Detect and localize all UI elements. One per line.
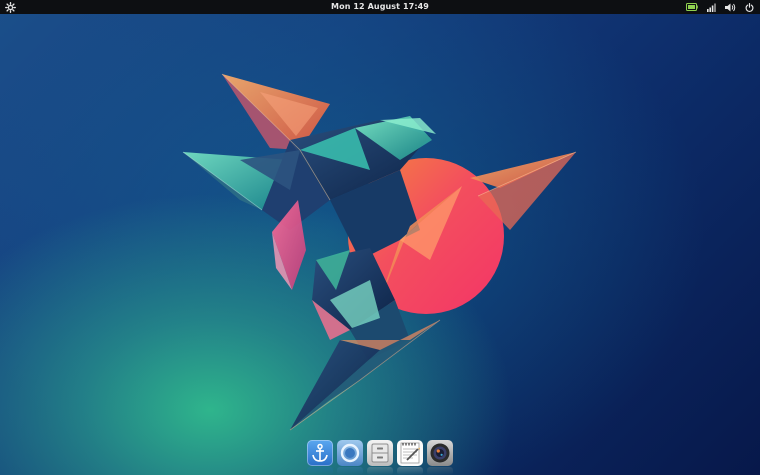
dock-reflection (337, 467, 363, 475)
network-indicator[interactable] (707, 3, 716, 12)
desktop: Mon 12 August 17:49 (0, 0, 760, 475)
battery-icon (686, 3, 698, 11)
dock-item-midori[interactable] (337, 440, 363, 466)
top-panel: Mon 12 August 17:49 (0, 0, 760, 14)
browser-icon (340, 443, 360, 463)
dock-reflection (397, 467, 423, 475)
dock-item-docky[interactable] (307, 440, 333, 466)
power-icon (745, 2, 754, 12)
camera-icon (430, 443, 450, 463)
volume-indicator[interactable] (725, 3, 736, 12)
volume-icon (725, 3, 736, 11)
dock-item-scratch[interactable] (397, 440, 423, 466)
dock-reflection (367, 467, 393, 475)
dock-item-snap[interactable] (427, 440, 453, 466)
shard (290, 340, 380, 430)
anchor-icon (312, 443, 328, 462)
indicator-area (686, 0, 754, 14)
file-cabinet-icon (371, 443, 389, 463)
notepad-icon (400, 442, 420, 464)
dock (303, 436, 457, 475)
session-indicator[interactable] (745, 2, 754, 12)
network-signal-icon (707, 3, 716, 12)
battery-indicator[interactable] (686, 3, 698, 11)
dock-reflection (427, 467, 453, 475)
clock[interactable]: Mon 12 August 17:49 (0, 0, 760, 14)
wallpaper-art (182, 73, 577, 431)
dock-item-files[interactable] (367, 440, 393, 466)
dock-reflection (307, 467, 333, 475)
